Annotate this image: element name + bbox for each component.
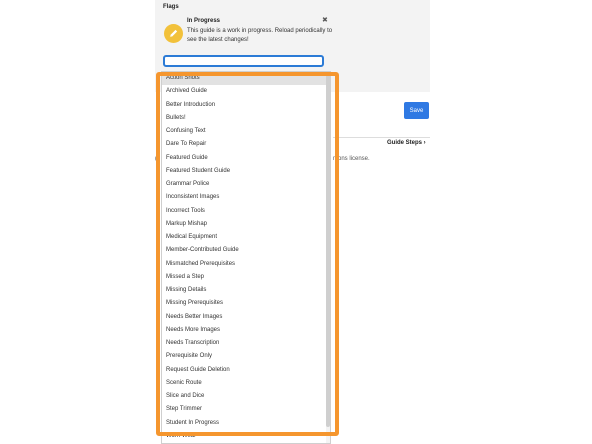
flag-title: In Progress xyxy=(187,18,221,24)
divider xyxy=(333,137,430,138)
flag-options-dropdown[interactable]: Action Shots Archived Guide Better Introdu… xyxy=(161,71,331,444)
flag-description: This guide is a work in progress. Reload… xyxy=(187,28,333,43)
flag-search-input[interactable] xyxy=(163,55,324,67)
flag-option[interactable]: Worn Wear xyxy=(162,430,330,443)
flag-option[interactable]: Inconsistent Images xyxy=(162,191,330,204)
flag-option[interactable]: Medical Equipment xyxy=(162,231,330,244)
flag-option[interactable]: Step Trimmer xyxy=(162,403,330,416)
flag-option[interactable]: Better Introduction xyxy=(162,99,330,112)
flag-option[interactable]: Needs More Images xyxy=(162,324,330,337)
save-button[interactable]: Save xyxy=(404,102,429,119)
flag-option[interactable]: Prerequisite Only xyxy=(162,350,330,363)
flag-option[interactable]: Missed a Step xyxy=(162,271,330,284)
close-icon[interactable]: ✖ xyxy=(322,16,328,24)
flag-options-list: Action Shots Archived Guide Better Introdu… xyxy=(162,72,330,443)
flag-option[interactable]: Missing Prerequisites xyxy=(162,297,330,310)
flag-option[interactable]: Action Shots xyxy=(162,72,330,86)
flag-option[interactable]: Incorrect Tools xyxy=(162,205,330,218)
flags-section-title: Flags xyxy=(163,4,179,10)
flag-option[interactable]: Markup Mishap xyxy=(162,218,330,231)
flag-option[interactable]: Featured Student Guide xyxy=(162,165,330,178)
flag-option[interactable]: Needs Transcription xyxy=(162,337,330,350)
flag-option[interactable]: Request Guide Deletion xyxy=(162,364,330,377)
scrollbar-thumb[interactable] xyxy=(326,72,330,427)
flag-option[interactable]: Mismatched Prerequisites xyxy=(162,258,330,271)
scrollbar-track[interactable] xyxy=(326,72,330,443)
pencil-icon xyxy=(164,24,183,43)
flag-option[interactable]: Grammar Police xyxy=(162,178,330,191)
license-text: mons license. xyxy=(333,156,370,162)
license-text-fragment: ( xyxy=(155,156,157,162)
flag-option[interactable]: Featured Guide xyxy=(162,152,330,165)
flag-option[interactable]: Confusing Text xyxy=(162,125,330,138)
flag-option[interactable]: Student In Progress xyxy=(162,417,330,430)
flag-option[interactable]: Needs Better Images xyxy=(162,311,330,324)
flag-option[interactable]: Dare To Repair xyxy=(162,138,330,151)
flag-option[interactable]: Archived Guide xyxy=(162,85,330,98)
flag-option[interactable]: Member-Contributed Guide xyxy=(162,244,330,257)
flag-option[interactable]: Missing Details xyxy=(162,284,330,297)
guide-steps-link[interactable]: Guide Steps › xyxy=(387,140,426,146)
flag-option[interactable]: Scenic Route xyxy=(162,377,330,390)
flag-option[interactable]: Bullets! xyxy=(162,112,330,125)
flag-option[interactable]: Slice and Dice xyxy=(162,390,330,403)
